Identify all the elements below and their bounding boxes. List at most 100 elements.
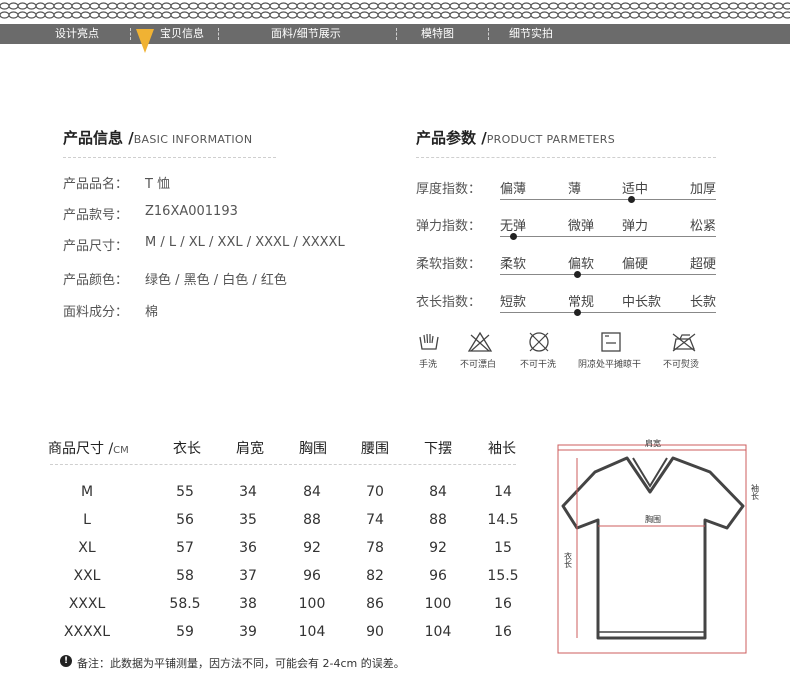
param-label: 弹力指数： (416, 219, 482, 234)
chain-link (512, 2, 523, 10)
chain-link (188, 11, 199, 19)
nav-item-fabric-details[interactable]: 面料/细节展示 (271, 24, 341, 44)
care-label: 不可熨烫 (663, 360, 700, 370)
chain-link (233, 2, 244, 10)
nav-item-product-info[interactable]: 宝贝信息 (160, 24, 204, 44)
chain-link (521, 2, 532, 10)
param-option: 无弹 (500, 219, 527, 234)
size-row-label: XXXL (68, 596, 106, 612)
param-option: 短款 (500, 295, 527, 310)
chain-link (674, 11, 685, 19)
param-scale-indicator (628, 196, 635, 203)
chain-link (206, 11, 217, 19)
chain-link (737, 2, 748, 10)
chain-link (107, 2, 118, 10)
chain-link (557, 11, 568, 19)
size-row-label: L (83, 512, 91, 528)
param-option: 常规 (568, 295, 595, 310)
chain-link (179, 2, 190, 10)
table-cell: 96 (429, 568, 447, 584)
param-option: 松紧 (690, 219, 717, 234)
chain-link (260, 11, 271, 19)
table-cell: 15 (494, 540, 512, 556)
chain-link (368, 2, 379, 10)
nav-item-model-photos[interactable]: 模特图 (421, 24, 454, 44)
chain-link (638, 2, 649, 10)
chain-link (323, 11, 334, 19)
nav-separator (130, 28, 131, 40)
chain-link (125, 2, 136, 10)
chain-link (80, 2, 91, 10)
chain-link (359, 2, 370, 10)
nav-item-detail-photos[interactable]: 细节实拍 (509, 24, 553, 44)
chain-link (602, 2, 613, 10)
chain-link (62, 11, 73, 19)
chain-link (377, 11, 388, 19)
chain-link (629, 11, 640, 19)
table-cell: 36 (239, 540, 257, 556)
param-option: 柔软 (500, 257, 527, 272)
table-cell: 104 (298, 624, 326, 640)
chain-link (116, 11, 127, 19)
chain-link (548, 11, 559, 19)
table-cell: 90 (366, 624, 384, 640)
chain-link (476, 11, 487, 19)
chain-link (278, 11, 289, 19)
chain-link (701, 11, 712, 19)
table-column-header: 腰围 (361, 441, 389, 457)
chain-link (773, 11, 784, 19)
chain-link (467, 2, 478, 10)
chain-link (368, 11, 379, 19)
size-header-unit: CM (113, 445, 129, 456)
param-scale-indicator (574, 271, 581, 278)
table-cell: 70 (366, 484, 384, 500)
chain-link (584, 11, 595, 19)
table-column-header: 衣长 (173, 441, 201, 457)
chain-link (503, 2, 514, 10)
param-label: 衣长指数： (416, 295, 482, 310)
info-value: T 恤 (145, 177, 171, 192)
chain-link (764, 2, 775, 10)
chain-link (125, 11, 136, 19)
chain-link (746, 11, 757, 19)
nav-item-design-highlights[interactable]: 设计亮点 (55, 24, 99, 44)
param-option: 弹力 (622, 219, 649, 234)
chain-link (80, 11, 91, 19)
chain-link (305, 2, 316, 10)
chain-link (386, 11, 397, 19)
chain-link (269, 2, 280, 10)
chain-link (719, 11, 730, 19)
chain-link (602, 11, 613, 19)
table-cell: 100 (424, 596, 452, 612)
chain-link (710, 11, 721, 19)
param-scale-line (500, 274, 716, 275)
chain-link (377, 2, 388, 10)
nav-separator (218, 28, 219, 40)
chain-link (620, 2, 631, 10)
chain-link (548, 2, 559, 10)
table-cell: 59 (176, 624, 194, 640)
table-cell: 58 (176, 568, 194, 584)
chain-link (575, 11, 586, 19)
chain-link (0, 11, 10, 19)
chain-link (350, 2, 361, 10)
chain-link (656, 11, 667, 19)
measurement-note: 备注：此数据为平铺测量，因方法不同，可能会有 2-4cm 的误差。 (77, 657, 405, 670)
size-row-label: XXL (73, 568, 101, 584)
table-column-header: 胸围 (299, 441, 327, 457)
chain-link (296, 2, 307, 10)
table-cell: 84 (303, 484, 321, 500)
decorative-chain-border (0, 2, 790, 19)
chain-link (17, 11, 28, 19)
chain-link (494, 11, 505, 19)
table-cell: 39 (239, 624, 257, 640)
chain-link (539, 2, 550, 10)
chain-link (710, 2, 721, 10)
chain-link (35, 2, 46, 10)
chain-link (782, 11, 790, 19)
chain-link (503, 11, 514, 19)
chain-link (458, 2, 469, 10)
divider (63, 157, 276, 158)
nav-separator (396, 28, 397, 40)
chain-link (476, 2, 487, 10)
